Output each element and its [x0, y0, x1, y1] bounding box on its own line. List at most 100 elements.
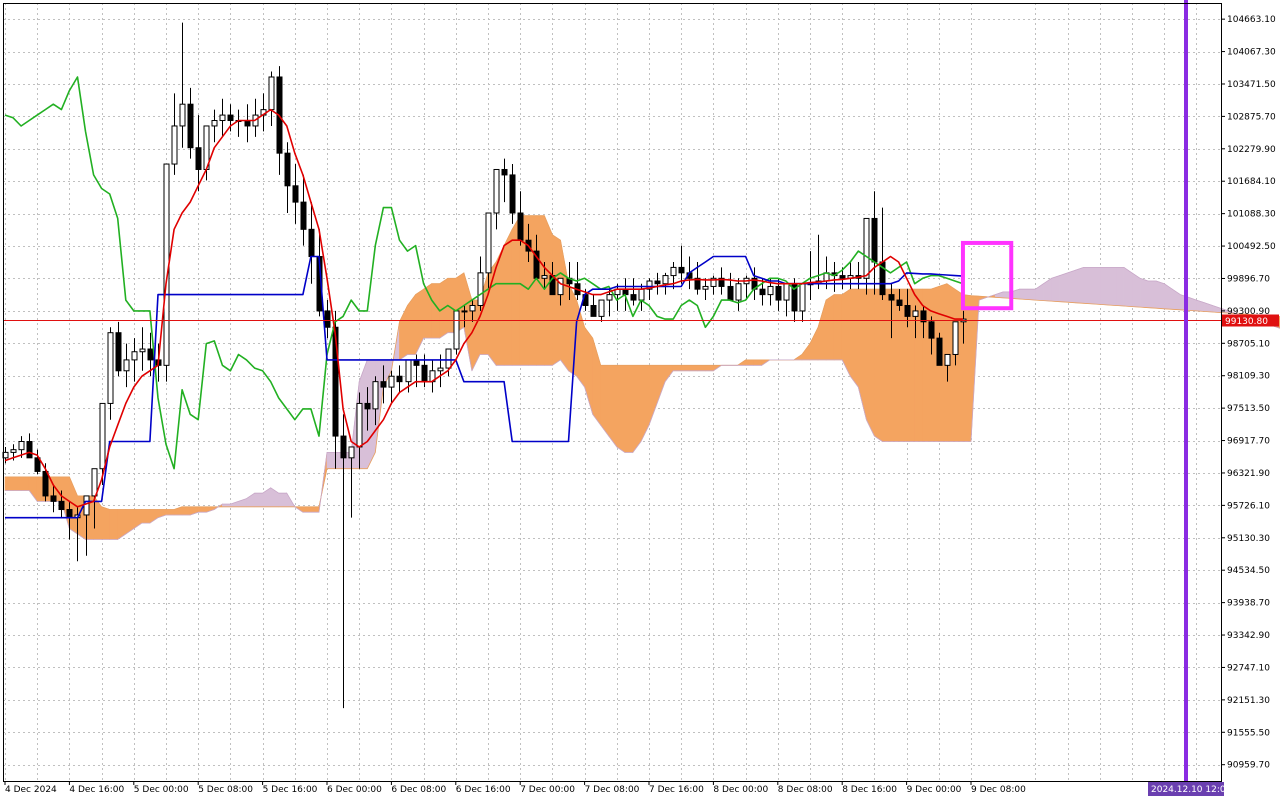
- candle-body-bearish: [187, 103, 194, 149]
- candle-body-bearish: [509, 174, 516, 214]
- y-tick-label: 104067.30: [1227, 48, 1276, 58]
- cloud-segment-bullish: [882, 288, 891, 442]
- cloud-segment-bearish: [1123, 266, 1133, 307]
- candle-body-bearish: [839, 275, 846, 279]
- candle-body-bullish: [598, 299, 605, 317]
- candle-body-bearish: [654, 280, 661, 285]
- candle-body-bullish: [485, 212, 492, 274]
- candle-body-bearish: [308, 228, 315, 258]
- cursor-time-label: 2024.12.10 12:00: [1151, 785, 1232, 795]
- candle-body-bullish: [179, 103, 186, 127]
- x-tick-label: 5 Dec 08:00: [198, 785, 253, 795]
- candle-body-bearish: [244, 120, 251, 127]
- cloud-segment-bullish: [431, 283, 441, 339]
- candle-body-bearish: [66, 509, 73, 519]
- y-tick-label: 96321.90: [1227, 469, 1270, 479]
- x-tick-label: 7 Dec 00:00: [520, 785, 575, 795]
- cloud-segment-bearish: [254, 492, 263, 508]
- x-tick-label: 6 Dec 16:00: [456, 785, 511, 795]
- cloud-segment-bearish: [1155, 280, 1165, 310]
- cloud-segment-bullish: [487, 261, 497, 367]
- candle-body-bullish: [437, 367, 444, 372]
- y-tick-label: 102875.70: [1227, 112, 1276, 122]
- cloud-segment-bullish: [632, 365, 642, 454]
- candle-body-bearish: [936, 337, 943, 366]
- cloud-segment-bullish: [705, 365, 714, 372]
- candle-body-bullish: [912, 310, 919, 317]
- cloud-segment-bullish: [552, 234, 561, 366]
- candle-body-bullish: [356, 402, 363, 448]
- cloud-segment-bullish: [688, 365, 698, 372]
- y-tick-label: 93938.70: [1227, 599, 1270, 609]
- x-tick-label: 5 Dec 00:00: [134, 785, 189, 795]
- candle-body-bearish: [517, 212, 524, 241]
- y-tick-label: 98705.10: [1227, 339, 1270, 349]
- cloud-segment-bearish: [1115, 267, 1125, 307]
- cloud-segment-bullish: [4, 476, 14, 491]
- x-tick-label: 8 Dec 00:00: [713, 785, 768, 795]
- candle-body-bullish: [219, 114, 226, 122]
- y-tick-label: 102279.90: [1227, 145, 1276, 155]
- candle-body-bearish: [727, 285, 734, 301]
- candle-body-bullish: [638, 288, 645, 301]
- y-tick-label: 98109.30: [1227, 372, 1270, 382]
- x-tick-label: 4 Dec 16:00: [69, 785, 124, 795]
- candle-body-bullish: [123, 359, 130, 372]
- candle-body-bullish: [477, 272, 484, 306]
- cloud-segment-bullish: [535, 215, 545, 366]
- candle-body-bullish: [10, 449, 17, 453]
- y-tick-label: 92151.30: [1227, 696, 1270, 706]
- cloud-segment-bullish: [874, 288, 883, 443]
- candle-body-bearish: [42, 470, 49, 497]
- x-tick-label: 8 Dec 08:00: [778, 785, 833, 795]
- candle-body-bearish: [759, 288, 766, 296]
- cloud-segment-bullish: [197, 506, 207, 513]
- cloud-segment-bullish: [12, 476, 22, 491]
- cloud-segment-bullish: [527, 215, 537, 366]
- y-tick-label: 94534.50: [1227, 566, 1270, 576]
- candle-body-bullish: [493, 168, 500, 214]
- cloud-segment-bullish: [141, 509, 151, 524]
- candle[interactable]: [453, 310, 460, 355]
- ichimoku-chart[interactable]: 104663.10 104067.30 103471.50 102875.70 1022…: [0, 0, 1280, 800]
- candle-body-bullish: [541, 275, 548, 279]
- candle-body-bullish: [662, 275, 669, 285]
- candle-body-bullish: [83, 495, 90, 516]
- cloud-segment-bearish: [1067, 269, 1076, 304]
- y-tick-label: 99896.70: [1227, 274, 1270, 284]
- y-tick-label: 101684.10: [1227, 177, 1276, 187]
- x-tick-label: 6 Dec 08:00: [391, 785, 446, 795]
- y-tick-label: 101088.30: [1227, 210, 1276, 220]
- cloud-segment-bearish: [1018, 288, 1028, 300]
- candle-body-bearish: [380, 381, 387, 388]
- candle-body-bearish: [195, 147, 202, 170]
- cloud-segment-bearish: [326, 452, 336, 470]
- candle-body-bullish: [461, 310, 468, 313]
- candle-body-bearish: [115, 332, 122, 372]
- cloud-segment-bullish: [745, 359, 754, 366]
- cloud-segment-bearish: [1091, 267, 1101, 305]
- cloud-segment-bullish: [165, 509, 175, 516]
- candle-body-bearish: [413, 359, 420, 366]
- x-tick-label: 6 Dec 00:00: [327, 785, 382, 795]
- candle-body-bullish: [268, 76, 275, 111]
- candle-body-bearish: [26, 441, 33, 459]
- candle-body-bearish: [324, 310, 331, 328]
- candle-body-bullish: [767, 285, 774, 296]
- candle-body-bullish: [469, 304, 476, 312]
- cloud-segment-bullish: [833, 294, 843, 361]
- candle-body-bearish: [904, 304, 911, 317]
- candle-body-bearish: [896, 299, 903, 306]
- chart-canvas[interactable]: 104663.10 104067.30 103471.50 102875.70 1022…: [0, 0, 1280, 800]
- candle-body-bullish: [131, 351, 138, 361]
- cloud-segment-bullish: [616, 365, 626, 453]
- candle-body-bullish: [670, 266, 677, 277]
- y-tick-label: 95130.30: [1227, 534, 1270, 544]
- cloud-segment-bearish: [1051, 275, 1060, 303]
- y-tick-label: 100492.50: [1227, 242, 1276, 252]
- candle-body-bearish: [590, 304, 597, 317]
- candle-body-bearish: [871, 217, 878, 263]
- candle-body-bullish: [799, 283, 806, 312]
- candle-body-bearish: [292, 185, 299, 203]
- candle-body-bullish: [783, 283, 790, 301]
